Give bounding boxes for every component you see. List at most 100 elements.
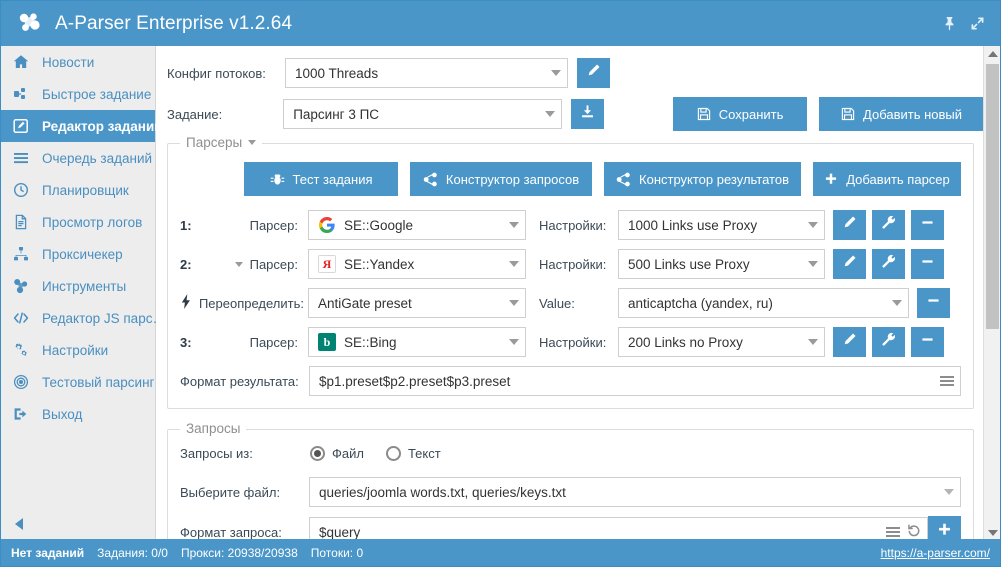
queries-add-button[interactable] bbox=[928, 516, 961, 541]
queries-file-select[interactable]: queries/joomla words.txt, queries/keys.t… bbox=[308, 477, 961, 507]
result-constructor-button[interactable]: Конструктор результатов bbox=[604, 162, 801, 196]
sidebar-collapse-icon[interactable] bbox=[15, 518, 24, 533]
threads-config-select[interactable]: 1000 Threads bbox=[285, 58, 568, 88]
threads-config-edit-button[interactable] bbox=[577, 58, 610, 88]
sidebar-item-task-queue[interactable]: Очередь заданий bbox=[1, 142, 155, 174]
test-task-button[interactable]: Тест задания bbox=[244, 162, 398, 196]
parser-remove-button[interactable] bbox=[911, 249, 944, 279]
parser-preset-select[interactable]: 1000 Links use Proxy bbox=[618, 210, 825, 240]
result-format-input[interactable]: $p1.preset$p2.preset$p3.preset bbox=[308, 366, 961, 396]
sidebar-item-test-parsing[interactable]: Тестовый парсинг bbox=[1, 366, 155, 398]
sidebar-item-label: Быстрое задание bbox=[42, 86, 152, 102]
parser-preset-select[interactable]: 200 Links no Proxy bbox=[618, 327, 825, 357]
parser-engine-value: SE::Bing bbox=[344, 334, 397, 350]
add-new-button[interactable]: Добавить новый bbox=[819, 97, 984, 131]
parser-label: Парсер: bbox=[249, 217, 298, 233]
sidebar-item-proxychecker[interactable]: Проксичекер bbox=[1, 238, 155, 270]
queries-format-label: Формат запроса: bbox=[180, 524, 282, 540]
chevron-down-icon bbox=[509, 222, 519, 228]
download-icon bbox=[580, 104, 595, 124]
sidebar-item-logs[interactable]: Просмотр логов bbox=[1, 206, 155, 238]
parser-settings-button[interactable] bbox=[872, 210, 905, 240]
radio-option-file[interactable]: Файл bbox=[310, 446, 364, 461]
undo-icon[interactable] bbox=[907, 524, 921, 541]
queries-source-row: Запросы из: Файл Текст bbox=[180, 446, 961, 461]
status-website-link[interactable]: https://a-parser.com/ bbox=[881, 546, 990, 560]
threads-config-row: Конфиг потоков: 1000 Threads bbox=[157, 58, 984, 88]
scroll-up-icon[interactable] bbox=[984, 46, 1000, 62]
hamburger-icon[interactable] bbox=[940, 376, 954, 386]
parser-edit-button[interactable] bbox=[833, 210, 866, 240]
parser-override-preset-select[interactable]: anticaptcha (yandex, ru) bbox=[618, 288, 909, 318]
save-button[interactable]: Сохранить bbox=[672, 97, 808, 131]
expand-arrows-icon[interactable] bbox=[964, 11, 990, 37]
wrench-icon bbox=[881, 215, 896, 235]
window-title: A-Parser Enterprise v1.2.64 bbox=[55, 12, 293, 34]
parsers-toolbar: Тест задания Конструктор запросов Констр… bbox=[180, 162, 961, 196]
chevron-down-icon bbox=[509, 261, 519, 267]
pencil-icon bbox=[842, 215, 857, 235]
parser-preset-value: 200 Links no Proxy bbox=[628, 334, 743, 350]
bing-b-icon: b bbox=[318, 333, 336, 351]
bug-icon bbox=[270, 172, 285, 187]
parser-edit-button[interactable] bbox=[833, 327, 866, 357]
parsers-group: Парсеры Тест задания Конструктор запросо… bbox=[167, 135, 974, 409]
parser-override-select[interactable]: AntiGate preset bbox=[308, 288, 526, 318]
result-constructor-button-label: Конструктор результатов bbox=[639, 171, 789, 187]
parser-edit-button[interactable] bbox=[833, 249, 866, 279]
sidebar-item-settings[interactable]: Настройки bbox=[1, 334, 155, 366]
clock-icon bbox=[13, 182, 35, 198]
google-g-icon bbox=[318, 216, 336, 234]
radio-file-icon bbox=[310, 446, 325, 461]
pencil-icon bbox=[842, 254, 857, 274]
parser-preset-select[interactable]: 500 Links use Proxy bbox=[618, 249, 825, 279]
sidebar-item-task-editor[interactable]: Редактор заданий bbox=[1, 110, 163, 142]
parser-remove-button[interactable] bbox=[911, 327, 944, 357]
collapse-triangle-icon[interactable] bbox=[234, 261, 243, 267]
query-constructor-button-label: Конструктор запросов bbox=[445, 171, 580, 187]
sidebar-item-js-editor[interactable]: Редактор JS парс… bbox=[1, 302, 166, 334]
sidebar-item-scheduler[interactable]: Планировщик bbox=[1, 174, 155, 206]
yandex-ya-icon: Я bbox=[318, 255, 336, 273]
parser-engine-select[interactable]: SE::Google bbox=[308, 210, 526, 240]
save-button-label: Сохранить bbox=[718, 106, 784, 122]
document-icon bbox=[13, 214, 35, 230]
floppy-disk-icon bbox=[841, 107, 855, 121]
sidebar-item-news[interactable]: Новости bbox=[1, 46, 155, 78]
parser-engine-select[interactable]: b SE::Bing bbox=[308, 327, 526, 357]
parser-settings-button[interactable] bbox=[872, 249, 905, 279]
queries-group: Запросы Запросы из: Файл Текст Выберите … bbox=[167, 421, 974, 541]
task-select[interactable]: Парсинг 3 ПС bbox=[283, 99, 563, 129]
test-task-button-label: Тест задания bbox=[292, 171, 373, 187]
add-parser-button[interactable]: Добавить парсер bbox=[813, 162, 961, 196]
parser-row: 1: Парсер: SE::Google Настройки: 1000 Li… bbox=[180, 210, 961, 240]
task-value: Парсинг 3 ПС bbox=[293, 106, 380, 122]
parser-engine-select[interactable]: Я SE::Yandex bbox=[308, 249, 526, 279]
vertical-scrollbar[interactable] bbox=[983, 46, 1000, 541]
parsers-legend[interactable]: Парсеры bbox=[180, 135, 263, 150]
task-import-button[interactable] bbox=[570, 99, 604, 129]
parser-override-remove-button[interactable] bbox=[917, 288, 950, 318]
quick-task-icon bbox=[13, 86, 35, 102]
query-constructor-button[interactable]: Конструктор запросов bbox=[410, 162, 592, 196]
sidebar-item-logout[interactable]: Выход bbox=[1, 398, 155, 430]
edit-square-icon bbox=[13, 118, 35, 134]
minus-icon bbox=[920, 254, 935, 274]
queries-source-label: Запросы из: bbox=[180, 446, 253, 461]
parser-label: Парсер: bbox=[202, 257, 308, 272]
scrollbar-thumb[interactable] bbox=[986, 64, 999, 329]
sidebar-item-tools[interactable]: Инструменты bbox=[1, 270, 155, 302]
queries-file-value: queries/joomla words.txt, queries/keys.t… bbox=[318, 484, 566, 500]
parser-remove-button[interactable] bbox=[911, 210, 944, 240]
radio-option-text[interactable]: Текст bbox=[385, 446, 441, 461]
sidebar-item-quick-task[interactable]: Быстрое задание bbox=[1, 78, 155, 110]
radio-option-text-label: Текст bbox=[407, 446, 441, 461]
queries-format-input[interactable]: $query bbox=[308, 517, 928, 541]
pin-icon[interactable] bbox=[936, 11, 962, 37]
pencil-icon bbox=[842, 332, 857, 352]
plus-icon bbox=[824, 172, 838, 186]
hamburger-icon[interactable] bbox=[886, 527, 900, 537]
parser-settings-button[interactable] bbox=[872, 327, 905, 357]
parser-override-value: AntiGate preset bbox=[318, 295, 412, 311]
parser-row: 3: Парсер: b SE::Bing Настройки: 200 Lin… bbox=[180, 327, 961, 357]
